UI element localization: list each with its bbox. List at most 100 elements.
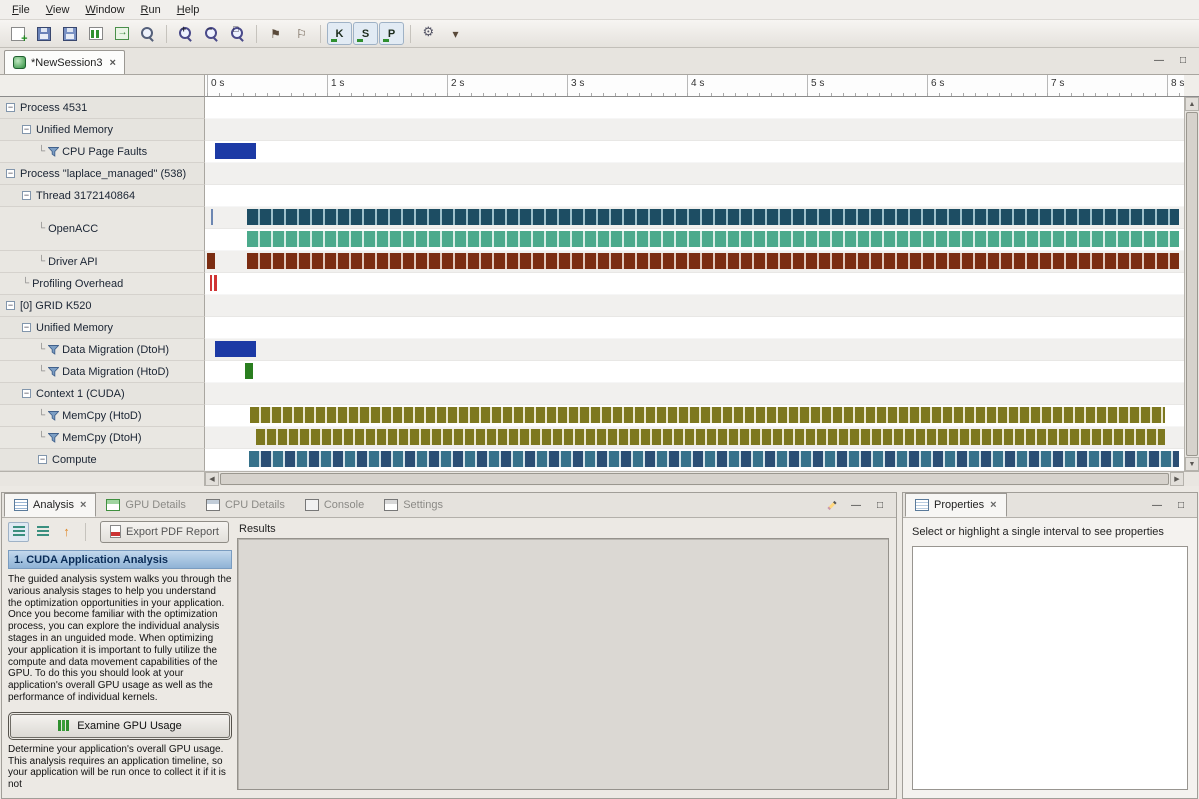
timeline-lane[interactable] — [205, 251, 1184, 273]
horizontal-scrollbar[interactable]: ◀ ▶ — [205, 472, 1184, 486]
maximize-button[interactable]: □ — [872, 498, 888, 512]
promote-analysis-button[interactable]: ↑ — [56, 522, 77, 542]
zoom-in-button[interactable]: + — [173, 22, 198, 45]
timeline-row-label[interactable]: └Driver API — [0, 251, 205, 273]
export-pdf-button[interactable]: Export PDF Report — [100, 521, 229, 543]
minimize-button[interactable]: — — [1149, 498, 1165, 512]
timeline-bar[interactable] — [249, 451, 1179, 467]
tab-console[interactable]: Console — [295, 493, 374, 517]
collapse-icon[interactable]: − — [38, 455, 47, 464]
timeline-bar[interactable] — [247, 253, 1179, 269]
collapse-icon[interactable]: − — [22, 389, 31, 398]
save-timeline-button[interactable] — [57, 22, 82, 45]
new-session-button[interactable] — [5, 22, 30, 45]
timeline-bar[interactable] — [256, 429, 1164, 445]
timeline-bar[interactable] — [207, 253, 215, 269]
view-menu-icon[interactable] — [824, 498, 840, 512]
save-session-button[interactable] — [31, 22, 56, 45]
minimize-button[interactable]: — — [1151, 53, 1167, 67]
timeline-row-label[interactable]: −Process "laplace_managed" (538) — [0, 163, 205, 185]
scroll-right-icon[interactable]: ▶ — [1170, 472, 1184, 486]
collapse-icon[interactable]: − — [22, 323, 31, 332]
marker-prev-button[interactable]: ⚐ — [289, 22, 314, 45]
timeline-bar[interactable] — [215, 143, 256, 159]
examine-gpu-usage-button[interactable]: Examine GPU Usage — [10, 714, 230, 738]
timeline-lane[interactable] — [205, 449, 1184, 471]
timeline-lane[interactable] — [205, 339, 1184, 361]
timeline-lane[interactable] — [205, 141, 1184, 163]
collapse-icon[interactable]: − — [6, 169, 15, 178]
timeline-row-label[interactable]: −[0] GRID K520 — [0, 295, 205, 317]
timeline-row-label[interactable]: └Data Migration (DtoH) — [0, 339, 205, 361]
tab-settings[interactable]: Settings — [374, 493, 453, 517]
timeline-lane[interactable] — [205, 97, 1184, 119]
timeline-lane[interactable] — [205, 185, 1184, 207]
query-button[interactable] — [135, 22, 160, 45]
run-analysis-button[interactable] — [417, 22, 442, 45]
maximize-button[interactable]: □ — [1175, 53, 1191, 67]
timeline-bar[interactable] — [210, 275, 212, 291]
timeline-lane[interactable] — [205, 361, 1184, 383]
menu-window[interactable]: Window — [77, 2, 132, 18]
timeline-lane[interactable] — [205, 163, 1184, 185]
vertical-scroll-thumb[interactable] — [1186, 112, 1198, 456]
vertical-scrollbar[interactable]: ▲ ▼ — [1184, 97, 1199, 471]
timeline-bar[interactable] — [247, 209, 1179, 225]
collapse-icon[interactable]: − — [22, 191, 31, 200]
tab-properties[interactable]: Properties × — [905, 493, 1007, 517]
timeline-lane[interactable] — [205, 383, 1184, 405]
show-metrics-button[interactable] — [83, 22, 108, 45]
scroll-left-icon[interactable]: ◀ — [205, 472, 219, 486]
timeline-row-label[interactable]: └CPU Page Faults — [0, 141, 205, 163]
timeline-lane[interactable] — [205, 119, 1184, 141]
timeline-row-label[interactable]: −Process 4531 — [0, 97, 205, 119]
analysis-stage-header[interactable]: 1. CUDA Application Analysis — [8, 550, 232, 569]
unguided-analysis-button[interactable] — [32, 522, 53, 542]
timeline-row-label[interactable]: └MemCpy (HtoD) — [0, 405, 205, 427]
timeline-bar[interactable] — [211, 209, 213, 225]
timeline-row-label[interactable]: └OpenACC — [0, 207, 205, 251]
maximize-button[interactable]: □ — [1173, 498, 1189, 512]
timeline-ruler[interactable]: 0 s1 s2 s3 s4 s5 s6 s7 s8 s — [205, 75, 1184, 97]
menu-file[interactable]: File — [4, 2, 38, 18]
timeline-lane[interactable] — [205, 317, 1184, 339]
scroll-down-icon[interactable]: ▼ — [1185, 457, 1199, 471]
timeline-row-label[interactable]: −Unified Memory — [0, 119, 205, 141]
menu-run[interactable]: Run — [133, 2, 169, 18]
minimize-button[interactable]: — — [848, 498, 864, 512]
timeline-lane[interactable] — [205, 229, 1184, 251]
timeline-row-label[interactable]: └MemCpy (DtoH) — [0, 427, 205, 449]
tab-analysis[interactable]: Analysis× — [4, 493, 96, 517]
timeline-lane[interactable] — [205, 207, 1184, 229]
timeline-lane[interactable] — [205, 273, 1184, 295]
timeline-bar[interactable] — [250, 407, 1164, 423]
timeline-row-label[interactable]: −Unified Memory — [0, 317, 205, 339]
timeline-row-label[interactable]: −Thread 3172140864 — [0, 185, 205, 207]
timeline-lane[interactable] — [205, 405, 1184, 427]
tab-gpu-details[interactable]: GPU Details — [96, 493, 196, 517]
close-icon[interactable]: × — [990, 499, 996, 511]
timeline-row-label[interactable]: └Data Migration (HtoD) — [0, 361, 205, 383]
menu-help[interactable]: Help — [169, 2, 208, 18]
collapse-icon[interactable]: − — [22, 125, 31, 134]
export-data-button[interactable] — [109, 22, 134, 45]
scroll-up-icon[interactable]: ▲ — [1185, 97, 1199, 111]
run-analysis-dropdown-button[interactable]: ▾ — [443, 22, 468, 45]
toggle-process-button[interactable]: P — [379, 22, 404, 45]
toggle-kernel-button[interactable]: K — [327, 22, 352, 45]
timeline-lane[interactable] — [205, 427, 1184, 449]
collapse-icon[interactable]: − — [6, 301, 15, 310]
horizontal-scroll-thumb[interactable] — [220, 473, 1169, 485]
menu-view[interactable]: View — [38, 2, 78, 18]
zoom-out-button[interactable]: − — [199, 22, 224, 45]
collapse-icon[interactable]: − — [6, 103, 15, 112]
timeline-bar[interactable] — [247, 231, 1179, 247]
timeline-row-label[interactable]: └Profiling Overhead — [0, 273, 205, 295]
timeline-bar[interactable] — [215, 341, 256, 357]
timeline-lane[interactable] — [205, 295, 1184, 317]
timeline-bar[interactable] — [245, 363, 252, 379]
timeline-row-label[interactable]: −Context 1 (CUDA) — [0, 383, 205, 405]
close-icon[interactable]: × — [80, 499, 86, 511]
session-tab[interactable]: *NewSession3 × — [4, 50, 125, 74]
toggle-stream-button[interactable]: S — [353, 22, 378, 45]
